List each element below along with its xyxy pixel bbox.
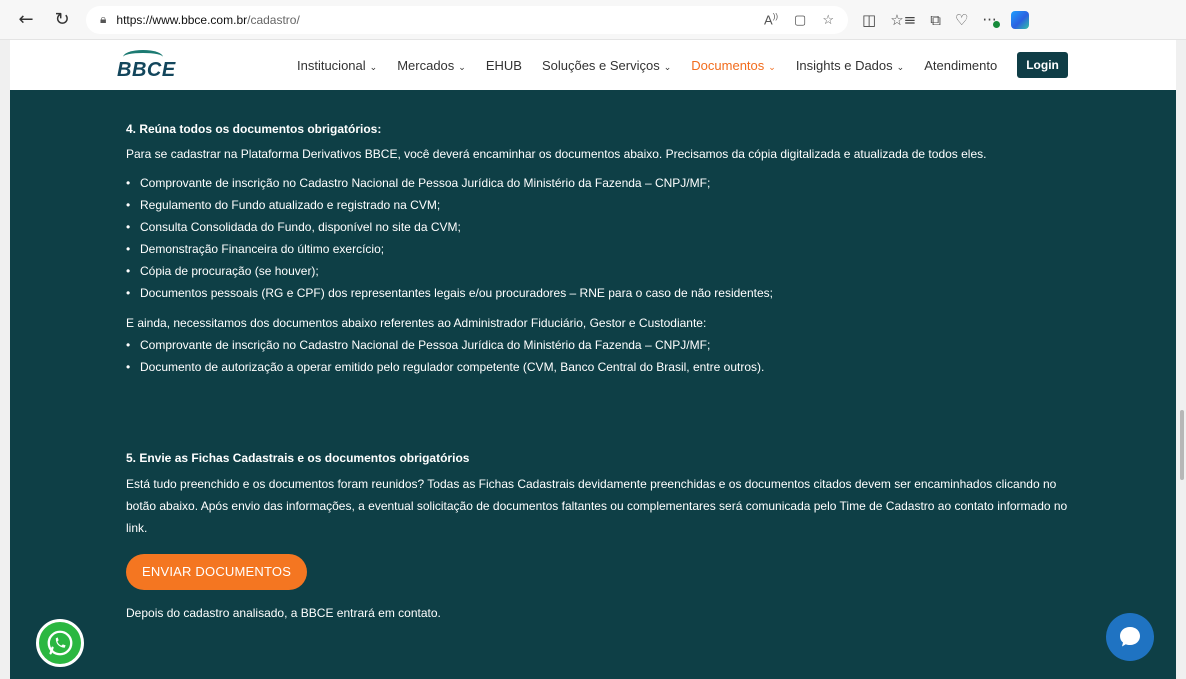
list-item: Cópia de procuração (se houver); [126,260,1086,282]
menu-item-solucoes[interactable]: Soluções e Serviços ⌄ [542,58,671,73]
required-docs-list: Comprovante de inscrição no Cadastro Nac… [126,172,1086,304]
url-host: https://www.bbce.com.br [116,12,248,27]
chat-bubble-icon [1120,627,1140,647]
menu-label: Documentos [691,57,765,73]
chevron-down-icon: ⌄ [458,61,466,72]
menu-label: Atendimento [924,57,998,73]
menu-item-documentos[interactable]: Documentos ⌄ [691,58,776,73]
lock-icon: 🔒︎ [100,12,107,26]
menu-label: EHUB [485,57,522,73]
extensions-more-icon[interactable]: ··· [982,11,1001,29]
send-button-wrap: ENVIAR DOCUMENTOS [126,554,308,590]
footer-note: Depois do cadastro analisado, a BBCE ent… [126,606,441,620]
list-item: Documentos pessoais (RG e CPF) dos repre… [126,282,1086,304]
browser-essentials-icon[interactable]: ♡ [955,11,968,29]
page-scrollbar[interactable] [1176,40,1186,679]
menu-item-mercados[interactable]: Mercados ⌄ [397,58,466,73]
menu-label: Soluções e Serviços [541,57,660,73]
list-item: Comprovante de inscrição no Cadastro Nac… [126,334,1086,356]
site-header: BBCE Institucional ⌄ Mercados ⌄ EHUB Soluç… [10,40,1176,90]
url-path: /cadastro/ [247,12,300,27]
section-body: Está tudo preenchido e os documentos for… [126,477,1068,535]
section-heading: 5. Envie as Fichas Cadastrais e os docum… [126,451,470,465]
section-4: 4. Reúna todos os documentos obrigatório… [126,118,1086,378]
section-intro: Para se cadastrar na Plataforma Derivati… [126,147,987,161]
login-button[interactable]: Login [1017,52,1068,78]
enviar-documentos-button[interactable]: ENVIAR DOCUMENTOS [126,554,308,590]
read-aloud-icon[interactable]: A)) [764,12,778,28]
immersive-reader-icon[interactable]: ▢ [794,12,806,28]
list-item: Comprovante de inscrição no Cadastro Nac… [126,172,1086,194]
favorite-star-icon[interactable]: ☆ [822,12,834,28]
menu-item-insights[interactable]: Insights e Dados ⌄ [796,58,904,73]
list-item: Demonstração Financeira do último exercí… [126,238,1086,260]
list-item: Documento de autorização a operar emitid… [126,356,1086,378]
menu-label: Mercados [397,57,455,73]
back-arrow-icon[interactable]: ← [12,6,40,34]
chevron-down-icon: ⌄ [369,61,378,72]
menu-item-atendimento[interactable]: Atendimento [924,58,997,73]
section-5: 5. Envie as Fichas Cadastrais e os docum… [126,447,1086,539]
favorites-list-icon[interactable]: ☆≡ [890,11,916,29]
extra-intro: E ainda, necessitamos dos documentos aba… [126,316,707,330]
main-menu: Institucional ⌄ Mercados ⌄ EHUB Soluções e… [297,52,1068,78]
collections-icon[interactable]: ⧉ [930,11,941,29]
menu-item-institucional[interactable]: Institucional ⌄ [297,58,377,73]
scrollbar-thumb[interactable] [1180,410,1184,480]
page-left-edge [0,40,10,679]
chat-button[interactable] [1106,613,1154,661]
section-heading: 4. Reúna todos os documentos obrigatório… [126,122,382,136]
split-screen-icon[interactable]: ◫ [862,11,876,29]
extra-docs-list: Comprovante de inscrição no Cadastro Nac… [126,334,1086,378]
chevron-down-icon: ⌄ [663,61,672,72]
address-bar[interactable]: 🔒︎ https://www.bbce.com.br/cadastro/ A))… [86,5,848,34]
copilot-icon[interactable] [1010,10,1029,29]
menu-label: Insights e Dados [795,57,893,73]
reload-icon[interactable]: ↻ [48,6,76,34]
menu-item-ehub[interactable]: EHUB [486,58,522,73]
menu-label: Institucional [297,57,366,73]
bbce-logo[interactable]: BBCE [117,50,187,81]
chevron-down-icon: ⌄ [768,61,776,72]
whatsapp-icon [47,630,73,656]
whatsapp-button[interactable] [36,619,84,667]
chevron-down-icon: ⌄ [896,61,905,72]
browser-toolbar: ← ↻ 🔒︎ https://www.bbce.com.br/cadastro/… [0,0,1186,40]
logo-text: BBCE [117,59,176,81]
list-item: Regulamento do Fundo atualizado e regist… [126,194,1086,216]
list-item: Consulta Consolidada do Fundo, disponíve… [126,216,1086,238]
main-content: 4. Reúna todos os documentos obrigatório… [10,90,1176,679]
